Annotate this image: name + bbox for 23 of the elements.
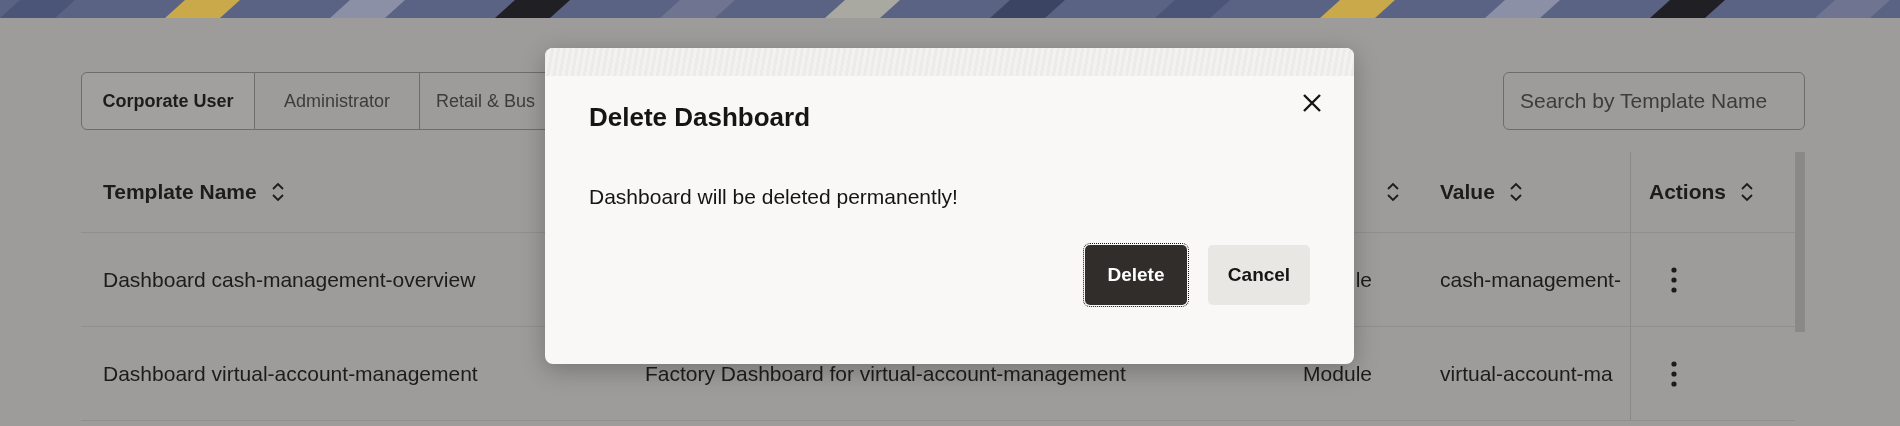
more-icon[interactable] xyxy=(1671,360,1677,387)
sort-icon[interactable] xyxy=(1386,182,1400,202)
table-cell: Dashboard cash-management-overview xyxy=(103,267,476,292)
delete-button[interactable]: Delete xyxy=(1085,245,1187,305)
dialog-message: Dashboard will be deleted permanently! xyxy=(588,184,959,209)
sort-icon[interactable] xyxy=(270,182,285,202)
table-cell: virtual-account-ma xyxy=(1440,361,1613,386)
sort-icon[interactable] xyxy=(1508,182,1523,202)
tab[interactable]: Corporate User xyxy=(81,72,255,130)
table-cell: Factory Dashboard for virtual-account-management xyxy=(645,361,1126,386)
table-cell: cash-management- xyxy=(1440,267,1621,292)
column-header[interactable]: Actions xyxy=(1649,180,1726,204)
cancel-button[interactable]: Cancel xyxy=(1208,245,1310,305)
more-icon[interactable] xyxy=(1671,266,1677,293)
sort-icon[interactable] xyxy=(1740,182,1754,202)
tab[interactable]: Administrator xyxy=(255,72,420,130)
search-field[interactable]: Search by Template Name xyxy=(1503,72,1805,130)
close-icon[interactable] xyxy=(1302,92,1322,113)
table-cell: Dashboard virtual-account-management xyxy=(103,361,478,386)
column-header[interactable]: Value xyxy=(1440,180,1495,204)
table-cell: Module xyxy=(1303,361,1372,386)
table-cell: le xyxy=(1355,267,1372,292)
column-header[interactable]: Template Name xyxy=(103,180,257,204)
